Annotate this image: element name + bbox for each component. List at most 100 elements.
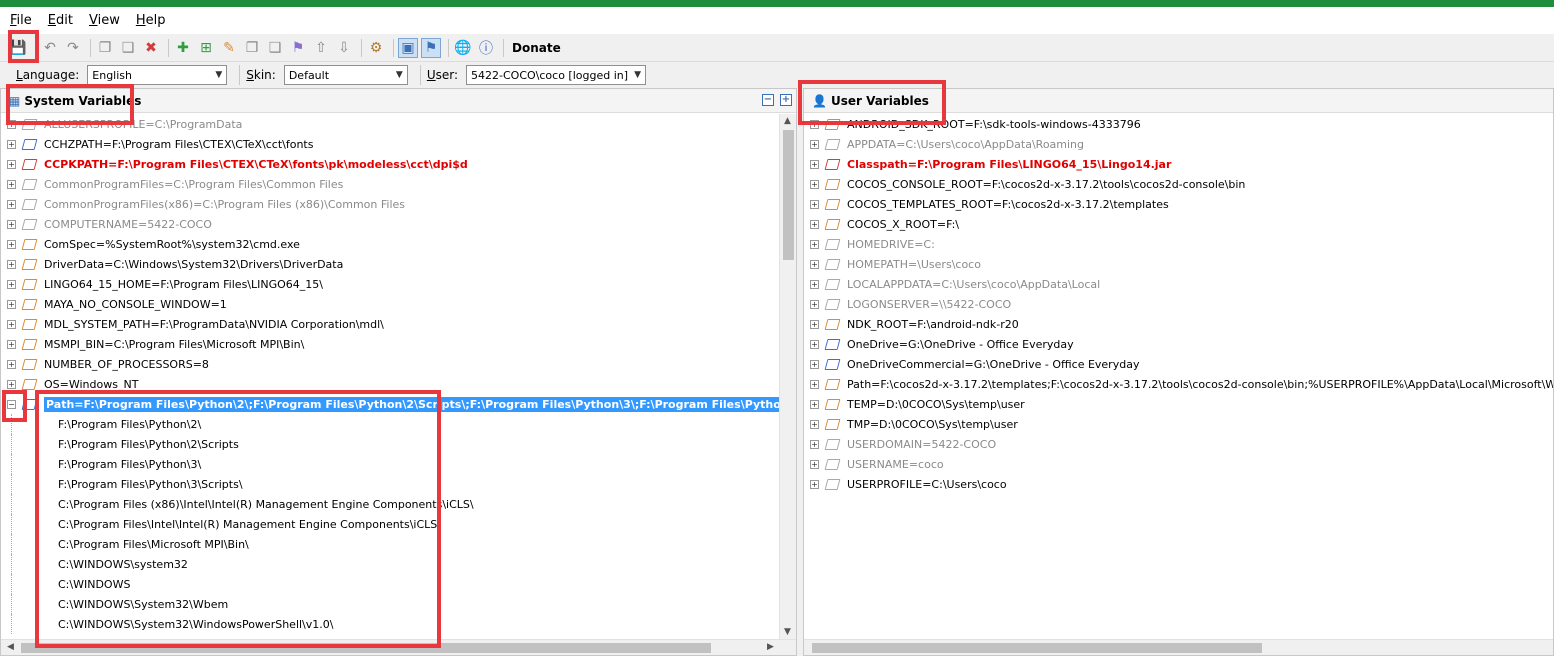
scrollbar-thumb[interactable] xyxy=(812,643,1262,653)
show-tags-icon[interactable]: ⚑ xyxy=(421,37,441,58)
expand-icon[interactable]: + xyxy=(810,179,819,189)
path-value-item[interactable]: F:\Program Files\Python\2\Scripts xyxy=(11,434,796,454)
variable-row[interactable]: + ANDROID_SDK_ROOT=F:\sdk-tools-windows-4… xyxy=(804,114,1553,134)
variable-row[interactable]: + COCOS_TEMPLATES_ROOT=F:\cocos2d-x-3.17.… xyxy=(804,194,1553,214)
donate-button[interactable]: Donate xyxy=(512,41,561,55)
expand-icon[interactable]: + xyxy=(810,239,819,249)
settings-icon[interactable]: ⚙ xyxy=(366,38,386,58)
menu-edit[interactable]: Edit xyxy=(48,13,73,28)
move-down-icon[interactable]: ⇩ xyxy=(334,38,354,58)
expand-icon[interactable]: + xyxy=(810,279,819,289)
variable-row[interactable]: + NDK_ROOT=F:\android-ndk-r20 xyxy=(804,314,1553,334)
scroll-down-icon[interactable]: ▼ xyxy=(784,627,791,637)
path-value-item[interactable]: F:\Program Files\Python\3\ xyxy=(11,454,796,474)
variable-row[interactable]: + USERPROFILE=C:\Users\coco xyxy=(804,474,1553,494)
path-value-item[interactable]: C:\Program Files\Microsoft MPI\Bin\ xyxy=(11,534,796,554)
expand-icon[interactable]: + xyxy=(810,139,819,149)
redo-icon[interactable]: ↷ xyxy=(63,38,83,58)
variable-row[interactable]: + OneDrive=G:\OneDrive - Office Everyday xyxy=(804,334,1553,354)
move-up-icon[interactable]: ⇧ xyxy=(311,38,331,58)
edit-icon[interactable]: ✎ xyxy=(219,38,239,58)
expand-icon[interactable]: + xyxy=(7,219,16,229)
variable-row[interactable]: + OneDriveCommercial=G:\OneDrive - Office… xyxy=(804,354,1553,374)
paste-icon[interactable]: ❑ xyxy=(118,38,138,58)
expand-icon[interactable]: + xyxy=(7,339,16,349)
user-variables-list[interactable]: + ANDROID_SDK_ROOT=F:\sdk-tools-windows-4… xyxy=(804,114,1553,639)
expand-icon[interactable]: + xyxy=(810,399,819,409)
language-select[interactable]: English ▼ xyxy=(87,65,228,85)
expand-icon[interactable]: + xyxy=(810,319,819,329)
collapse-icon[interactable]: − xyxy=(7,399,16,409)
user-select[interactable]: 5422-COCO\coco [logged in] ▼ xyxy=(466,65,647,85)
variable-row[interactable]: + HOMEPATH=\Users\coco xyxy=(804,254,1553,274)
system-variables-list[interactable]: + ALLUSERSPROFILE=C:\ProgramData + CCHZPATH… xyxy=(1,114,796,639)
expand-icon[interactable]: + xyxy=(7,299,16,309)
expand-icon[interactable]: + xyxy=(810,359,819,369)
expand-icon[interactable]: + xyxy=(810,119,819,129)
variable-row[interactable]: + ComSpec=%SystemRoot%\system32\cmd.exe xyxy=(1,234,796,254)
expand-icon[interactable]: + xyxy=(7,239,16,249)
variable-row[interactable]: + COMPUTERNAME=5422-COCO xyxy=(1,214,796,234)
variable-row[interactable]: + MDL_SYSTEM_PATH=F:\ProgramData\NVIDIA C… xyxy=(1,314,796,334)
scrollbar-thumb[interactable] xyxy=(21,643,711,653)
variable-row[interactable]: + CCHZPATH=F:\Program Files\CTEX\CTeX\cct… xyxy=(1,134,796,154)
variable-row[interactable]: + COCOS_CONSOLE_ROOT=F:\cocos2d-x-3.17.2\… xyxy=(804,174,1553,194)
path-value-item[interactable]: C:\Program Files (x86)\Intel\Intel(R) Ma… xyxy=(11,494,796,514)
variable-row[interactable]: + APPDATA=C:\Users\coco\AppData\Roaming xyxy=(804,134,1553,154)
expand-icon[interactable]: + xyxy=(810,159,819,169)
expand-icon[interactable]: + xyxy=(7,179,16,189)
variable-row[interactable]: + ALLUSERSPROFILE=C:\ProgramData xyxy=(1,114,796,134)
expand-icon[interactable]: + xyxy=(810,299,819,309)
expand-icon[interactable]: + xyxy=(810,219,819,229)
variable-row[interactable]: + LINGO64_15_HOME=F:\Program Files\LINGO6… xyxy=(1,274,796,294)
expand-icon[interactable]: + xyxy=(810,419,819,429)
path-value-item[interactable]: C:\WINDOWS xyxy=(11,574,796,594)
paste-variable-icon[interactable]: ❑ xyxy=(265,38,285,58)
path-value-item[interactable]: C:\WINDOWS\system32 xyxy=(11,554,796,574)
expand-icon[interactable]: + xyxy=(7,199,16,209)
path-value-item[interactable]: F:\Program Files\Python\3\Scripts\ xyxy=(11,474,796,494)
menu-help[interactable]: Help xyxy=(136,13,166,28)
variable-row[interactable]: + NUMBER_OF_PROCESSORS=8 xyxy=(1,354,796,374)
variable-row[interactable]: + HOMEDRIVE=C: xyxy=(804,234,1553,254)
expand-icon[interactable]: + xyxy=(7,319,16,329)
system-vertical-scrollbar[interactable]: ▲ ▼ xyxy=(779,114,796,639)
variable-row[interactable]: + Classpath=F:\Program Files\LINGO64_15\L… xyxy=(804,154,1553,174)
expand-icon[interactable]: + xyxy=(810,259,819,269)
expand-icon[interactable]: + xyxy=(810,479,819,489)
path-value-item[interactable]: C:\WINDOWS\System32\Wbem xyxy=(11,594,796,614)
variable-row[interactable]: + OS=Windows_NT xyxy=(1,374,796,394)
expand-all-icon[interactable]: + xyxy=(780,94,792,106)
variable-row[interactable]: + Path=F:\cocos2d-x-3.17.2\templates;F:\c… xyxy=(804,374,1553,394)
scrollbar-thumb[interactable] xyxy=(783,130,794,260)
scroll-left-icon[interactable]: ◀ xyxy=(7,642,14,652)
variable-row[interactable]: + MSMPI_BIN=C:\Program Files\Microsoft MP… xyxy=(1,334,796,354)
variable-row[interactable]: + TMP=D:\0COCO\Sys\temp\user xyxy=(804,414,1553,434)
expand-icon[interactable]: + xyxy=(810,459,819,469)
expand-icon[interactable]: + xyxy=(7,119,16,129)
system-horizontal-scrollbar[interactable]: ◀ ▶ xyxy=(1,639,796,655)
variable-row[interactable]: + TEMP=D:\0COCO\Sys\temp\user xyxy=(804,394,1553,414)
expand-icon[interactable]: + xyxy=(7,279,16,289)
delete-icon[interactable]: ✖ xyxy=(141,38,161,58)
expand-icon[interactable]: + xyxy=(810,439,819,449)
add-value-icon[interactable]: ⊞ xyxy=(196,38,216,58)
undo-icon[interactable]: ↶ xyxy=(40,38,60,58)
variable-row[interactable]: + COCOS_X_ROOT=F:\ xyxy=(804,214,1553,234)
variable-row[interactable]: + DriverData=C:\Windows\System32\Drivers\… xyxy=(1,254,796,274)
copy-variable-icon[interactable]: ❐ xyxy=(242,38,262,58)
variable-row[interactable]: + LOCALAPPDATA=C:\Users\coco\AppData\Loca… xyxy=(804,274,1553,294)
save-icon[interactable]: 💾 xyxy=(8,38,28,58)
skin-select[interactable]: Default ▼ xyxy=(283,65,408,85)
collapse-all-icon[interactable]: − xyxy=(762,94,774,106)
menu-file[interactable]: File xyxy=(10,13,32,28)
menu-view[interactable]: View xyxy=(89,13,120,28)
globe-icon[interactable]: 🌐 xyxy=(453,38,473,58)
expand-icon[interactable]: + xyxy=(7,159,16,169)
expand-icon[interactable]: + xyxy=(810,199,819,209)
help-icon[interactable]: ⓘ xyxy=(476,38,496,58)
expand-icon[interactable]: + xyxy=(810,339,819,349)
expand-icon[interactable]: + xyxy=(810,379,819,389)
scroll-right-icon[interactable]: ▶ xyxy=(767,642,774,652)
view-panel-icon[interactable]: ▣ xyxy=(398,37,418,58)
